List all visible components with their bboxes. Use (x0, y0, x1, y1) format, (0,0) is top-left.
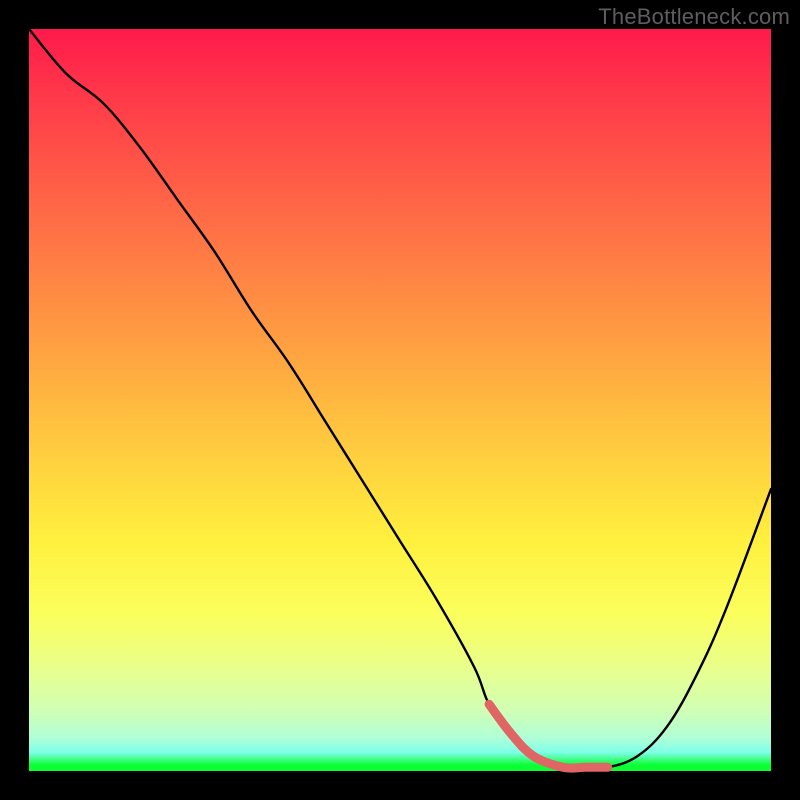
watermark-text: TheBottleneck.com (598, 4, 790, 30)
chart-frame: TheBottleneck.com (0, 0, 800, 800)
bottleneck-curve-path (29, 29, 771, 768)
plot-area (29, 29, 771, 771)
accent-segment-path (489, 704, 608, 768)
curve-svg (29, 29, 771, 771)
